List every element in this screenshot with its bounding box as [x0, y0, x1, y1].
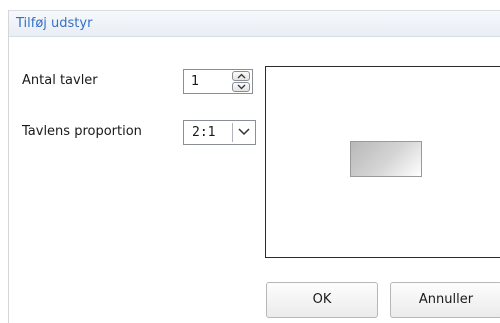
dialog-title: Tilføj udstyr [16, 16, 93, 31]
board-proportion-value: 2:1 [192, 125, 216, 140]
board-count-spinner[interactable]: 1 [183, 69, 253, 94]
board-preview-area [265, 66, 500, 258]
board-proportion-label: Tavlens proportion [22, 124, 142, 139]
chevron-down-icon [238, 128, 250, 136]
chevron-down-icon [237, 84, 246, 90]
cancel-button[interactable]: Annuller [390, 282, 500, 318]
board-preview-shape [350, 141, 422, 177]
board-count-label: Antal tavler [22, 73, 98, 88]
ok-button[interactable]: OK [266, 282, 378, 318]
decrement-button[interactable] [232, 82, 250, 92]
add-equipment-dialog: Tilføj udstyr Antal tavler 1 Tavlens pro… [8, 10, 500, 323]
board-count-value: 1 [191, 74, 200, 89]
increment-button[interactable] [232, 71, 250, 81]
chevron-up-icon [237, 73, 246, 79]
board-proportion-select[interactable]: 2:1 [183, 120, 256, 145]
select-divider [232, 123, 233, 142]
dialog-title-bar: Tilføj udstyr [9, 10, 500, 37]
